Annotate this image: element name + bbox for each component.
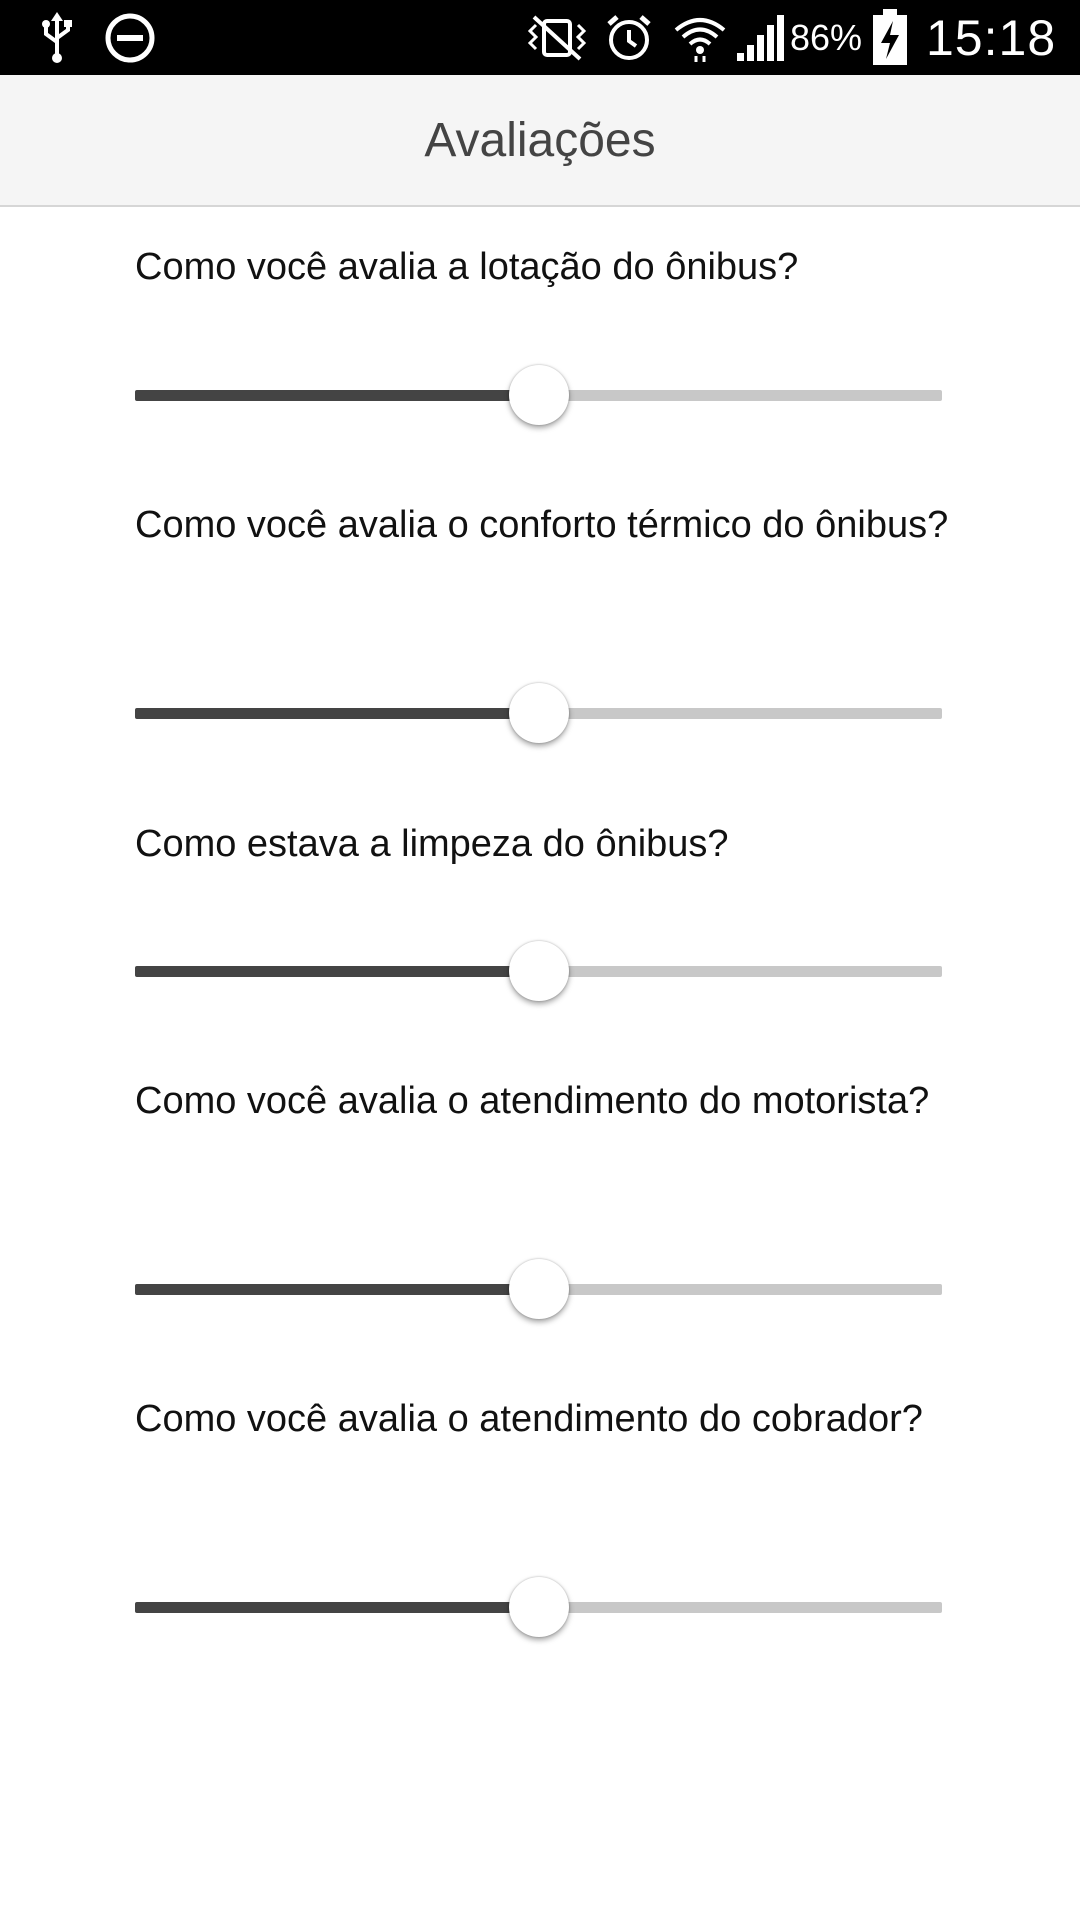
page-title: Avaliações (424, 113, 656, 167)
question-label-limpeza: Como estava a limpeza do ônibus? (135, 823, 729, 865)
slider-track-empty (539, 966, 942, 977)
slider-track-filled (135, 708, 539, 719)
vibrate-mute-icon (522, 0, 592, 75)
question-label-conforto: Como você avalia o conforto térmico do ô… (135, 504, 949, 546)
do-not-disturb-icon (104, 0, 156, 75)
slider-track-filled (135, 390, 539, 401)
slider-track-empty (539, 708, 942, 719)
slider-track-filled (135, 966, 539, 977)
slider-track-empty (539, 1602, 942, 1613)
question-label-motorista: Como você avalia o atendimento do motori… (135, 1080, 930, 1122)
status-bar: 86% 15:18 (0, 0, 1080, 75)
battery-charging-icon (871, 0, 909, 75)
slider-track-filled (135, 1284, 539, 1295)
slider-track-empty (539, 390, 942, 401)
slider-thumb[interactable] (509, 1259, 569, 1319)
battery-percent: 86% (790, 16, 863, 58)
alarm-icon (603, 0, 655, 75)
slider-thumb[interactable] (509, 941, 569, 1001)
app-bar: Avaliações (0, 75, 1080, 207)
question-label-cobrador: Como você avalia o atendimento do cobrad… (135, 1398, 923, 1440)
slider-motorista[interactable] (135, 1254, 942, 1324)
slider-thumb[interactable] (509, 365, 569, 425)
wifi-icon (672, 0, 728, 75)
slider-track-empty (539, 1284, 942, 1295)
slider-track-filled (135, 1602, 539, 1613)
signal-icon (735, 0, 785, 75)
clock: 15:18 (926, 9, 1057, 66)
slider-thumb[interactable] (509, 683, 569, 743)
slider-cobrador[interactable] (135, 1572, 942, 1642)
question-label-lotacao: Como você avalia a lotação do ônibus? (135, 246, 799, 288)
slider-lotacao[interactable] (135, 360, 942, 430)
usb-icon (38, 0, 76, 75)
slider-limpeza[interactable] (135, 936, 942, 1006)
slider-conforto[interactable] (135, 678, 942, 748)
slider-thumb[interactable] (509, 1577, 569, 1637)
